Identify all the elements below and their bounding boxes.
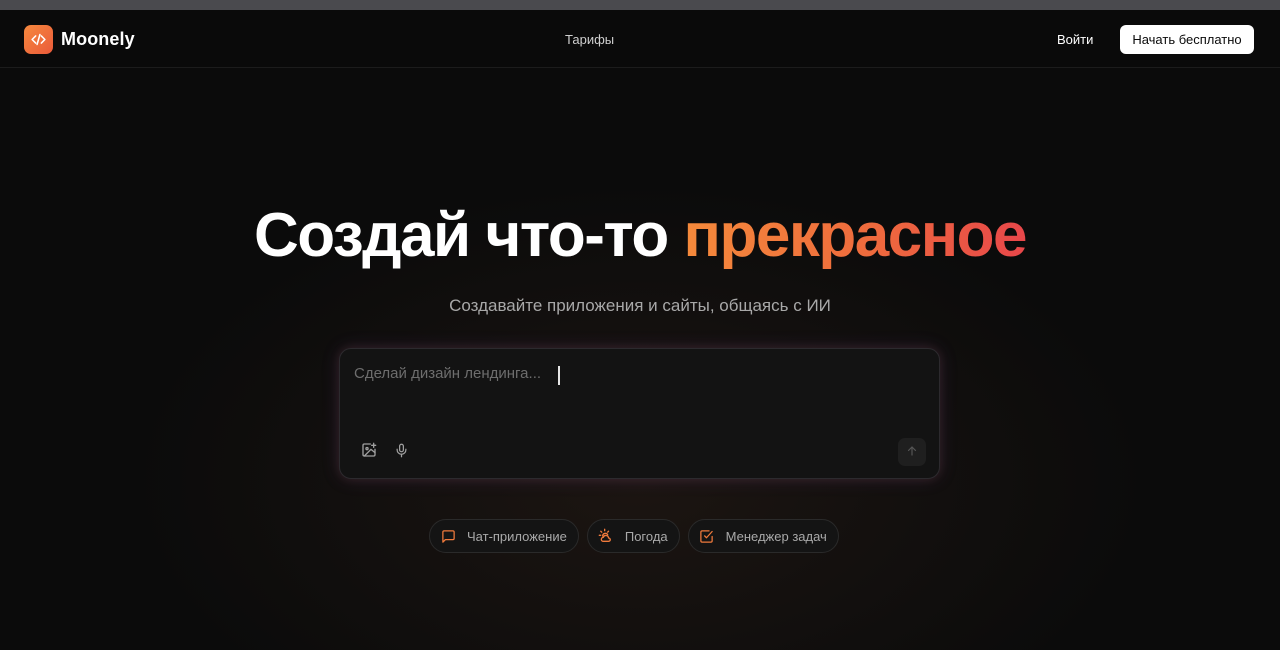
code-brackets-icon: [24, 25, 53, 54]
hero-title: Создай что-то прекрасное: [0, 200, 1280, 271]
brand-logo[interactable]: Moonely: [24, 25, 135, 54]
brand-name: Moonely: [61, 29, 135, 49]
suggestion-chip-label: Погода: [624, 528, 668, 544]
chat-bubble-icon: [440, 528, 456, 544]
text-caret: [558, 366, 560, 385]
hero-subtitle: Создавайте приложения и сайты, общаясь с…: [449, 296, 831, 315]
navbar: Moonely Тарифы Войти Начать бесплатно: [0, 10, 1280, 68]
suggestion-chip-task-manager[interactable]: Менеджер задач: [687, 519, 839, 553]
hero-title-main: Создай что-то: [254, 201, 684, 270]
image-upload-icon[interactable]: [360, 441, 378, 459]
start-free-button[interactable]: Начать бесплатно: [1120, 25, 1254, 54]
suggestion-chips: Чат-приложение Погода Менеджер задач: [429, 519, 839, 553]
sun-cloud-icon: [598, 528, 614, 544]
suggestion-chip-weather[interactable]: Погода: [586, 519, 680, 553]
send-button[interactable]: [898, 438, 926, 466]
prompt-input[interactable]: [354, 365, 924, 425]
microphone-icon[interactable]: [392, 441, 410, 459]
suggestion-chip-chat-app[interactable]: Чат-приложение: [429, 519, 579, 553]
nav-link-pricing[interactable]: Тарифы: [565, 32, 614, 47]
suggestion-chip-label: Менеджер задач: [725, 528, 827, 544]
landing-page: Moonely Тарифы Войти Начать бесплатно Со…: [0, 10, 1280, 650]
login-link[interactable]: Войти: [1057, 32, 1093, 47]
hero-title-accent: прекрасное: [683, 201, 1028, 270]
prompt-box: [339, 348, 940, 479]
checkbox-icon: [699, 528, 715, 544]
window-top-strip: [0, 0, 1280, 10]
arrow-up-icon: [906, 445, 918, 460]
suggestion-chip-label: Чат-приложение: [467, 528, 567, 544]
